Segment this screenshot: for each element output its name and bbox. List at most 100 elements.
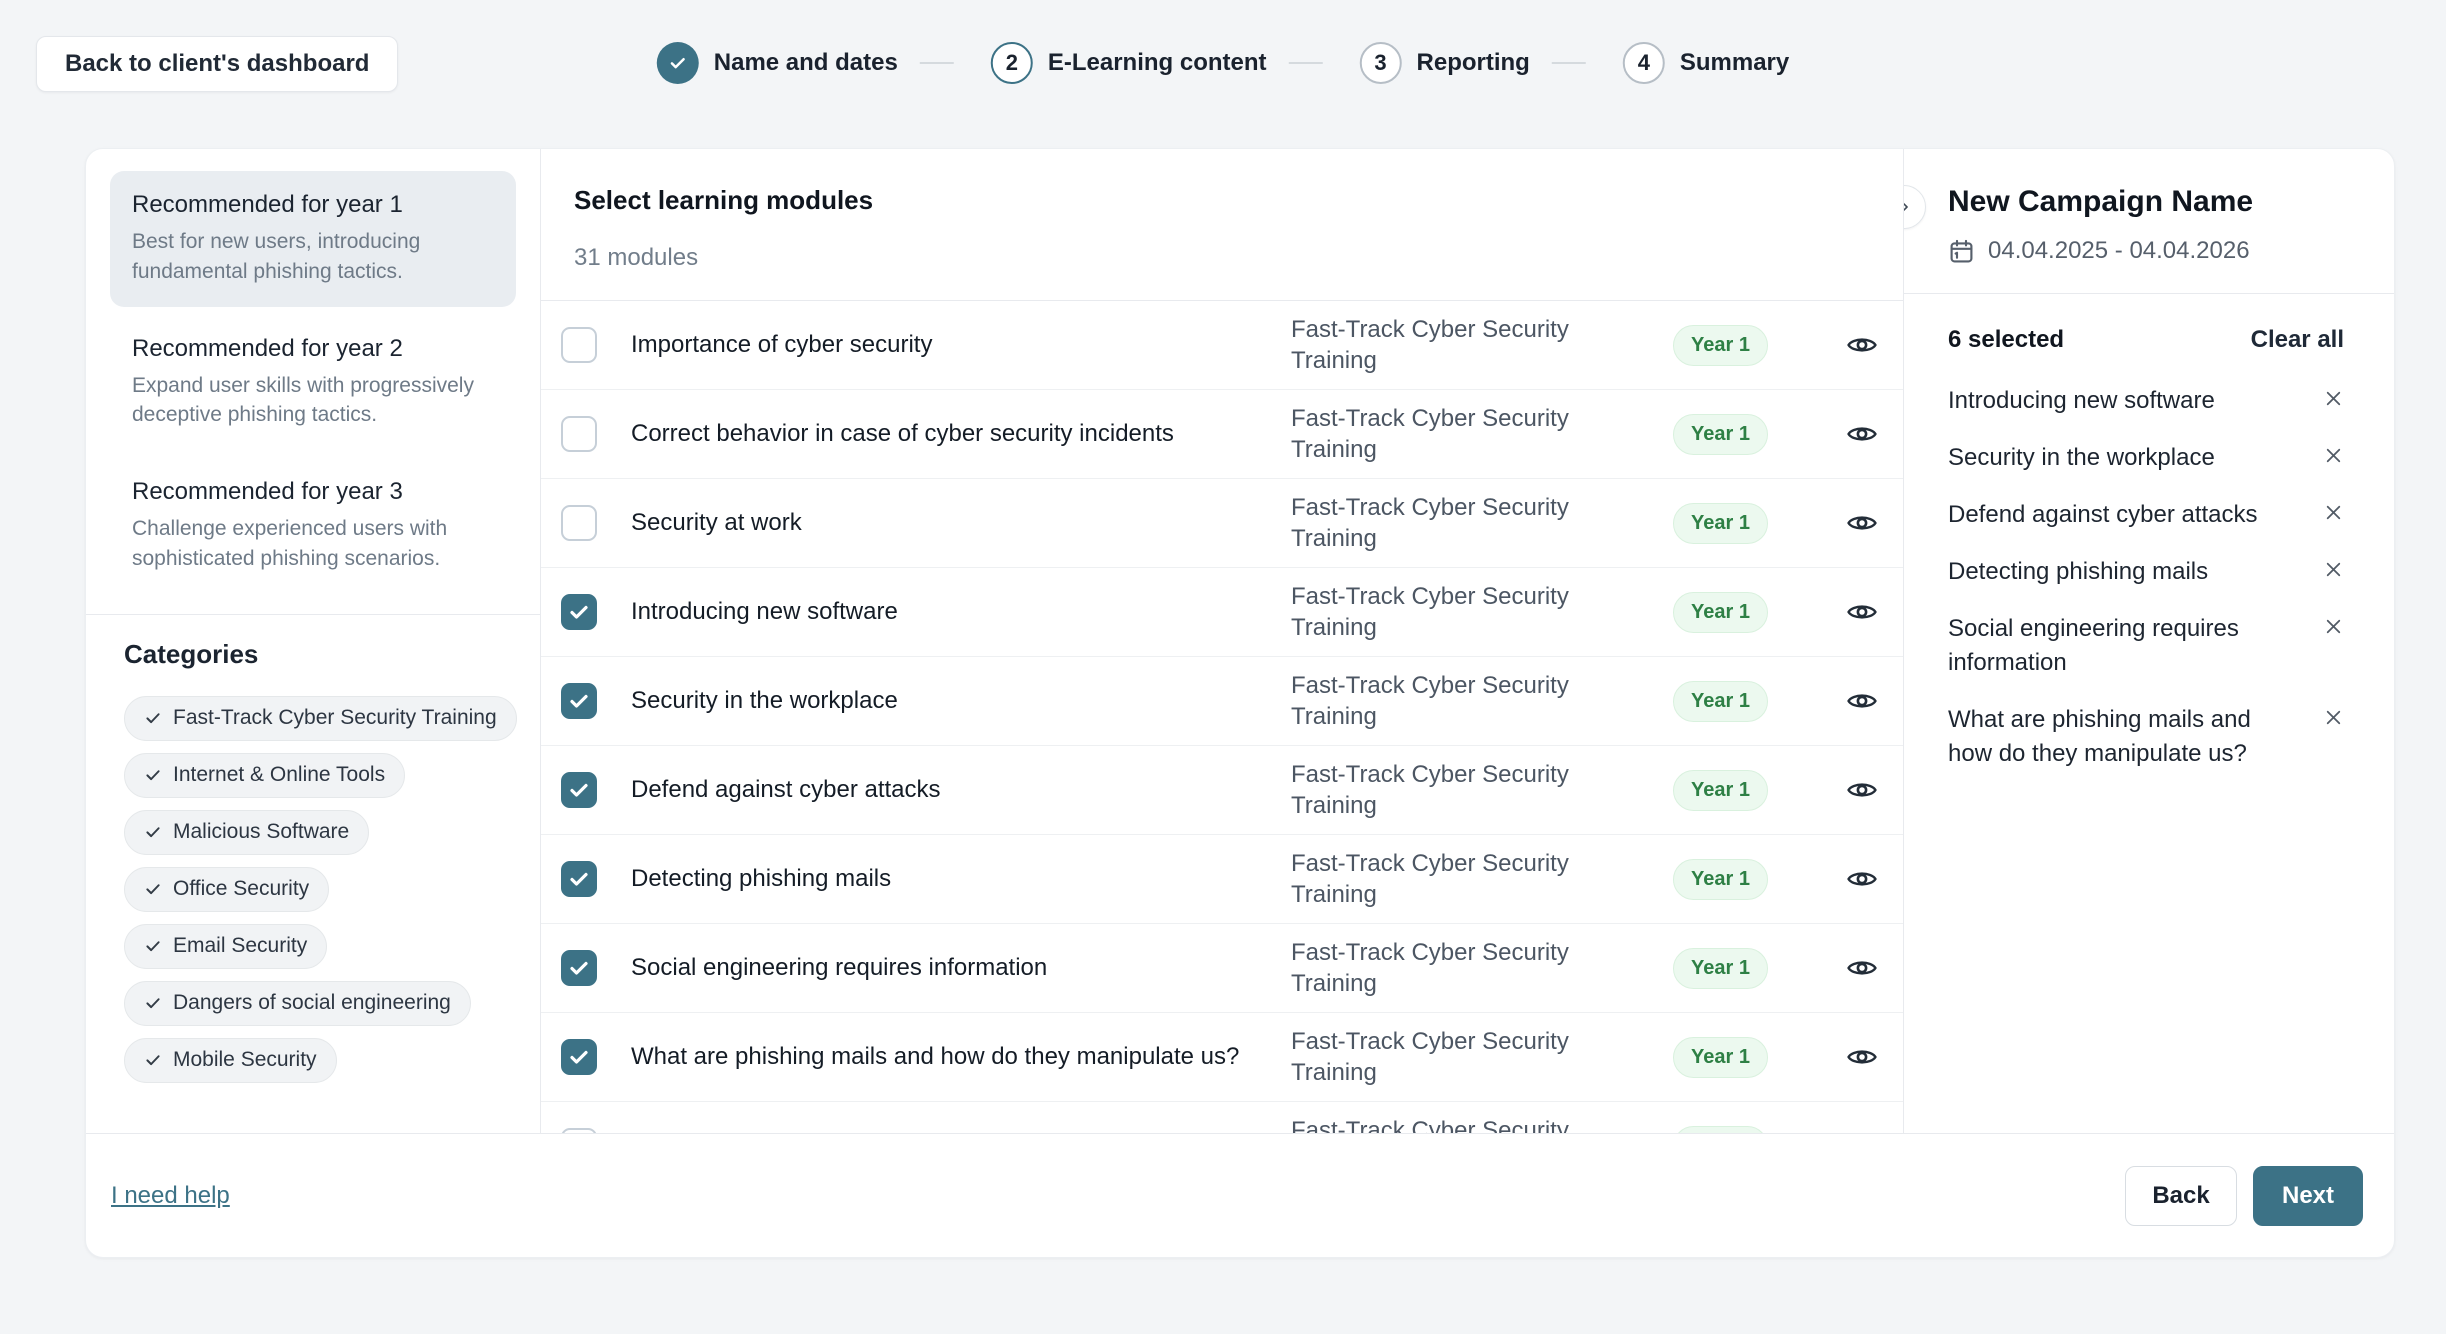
module-checkbox[interactable] [561, 861, 597, 897]
categories-title: Categories [124, 639, 516, 670]
selected-module-label: Defend against cyber attacks [1948, 498, 2258, 532]
remove-module-button[interactable] [2323, 498, 2344, 526]
category-chip[interactable]: Office Security [124, 867, 329, 912]
module-row[interactable]: Security in the workplace Fast-Track Cyb… [541, 657, 1903, 746]
module-category: Fast-Track Cyber Security Training [1291, 314, 1621, 376]
selected-module-item: Security in the workplace [1948, 441, 2344, 475]
category-chip[interactable]: Malicious Software [124, 810, 369, 855]
year-badge: Year 1 [1673, 414, 1768, 455]
campaign-summary-panel: New Campaign Name 04.04.2025 - 04.04.202… [1904, 149, 2394, 1133]
check-icon [144, 766, 162, 784]
year-badge: Year 1 [1673, 325, 1768, 366]
year-badge: Year 1 [1673, 770, 1768, 811]
module-name: Defend against cyber attacks [631, 776, 1291, 804]
module-checkbox[interactable] [561, 683, 597, 719]
module-category: Fast-Track Cyber Security Training [1291, 1026, 1621, 1088]
check-icon [668, 53, 688, 73]
module-row[interactable]: Social engineering requires information … [541, 924, 1903, 1013]
wizard-stepper: Name and dates 2 E-Learning content 3 Re… [657, 42, 1789, 84]
remove-module-button[interactable] [2323, 703, 2344, 731]
help-link[interactable]: I need help [111, 1182, 230, 1210]
check-icon [567, 600, 591, 624]
check-icon [567, 778, 591, 802]
preview-eye-icon[interactable] [1846, 685, 1878, 717]
footer-actions: Back Next [2125, 1166, 2363, 1226]
preview-eye-icon[interactable] [1846, 507, 1878, 539]
step-label: E-Learning content [1048, 49, 1267, 77]
module-row[interactable]: Defend against cyber attacks Fast-Track … [541, 746, 1903, 835]
module-row[interactable]: Fast-Track Cyber Security Training Year … [541, 1102, 1903, 1133]
recommendation-item[interactable]: Recommended for year 3 Challenge experie… [110, 458, 516, 594]
summary-header: New Campaign Name 04.04.2025 - 04.04.202… [1904, 149, 2394, 294]
wizard-step[interactable]: 4 Summary [1530, 42, 1789, 84]
wizard-step[interactable]: Name and dates [657, 42, 898, 84]
close-icon [2323, 559, 2344, 580]
year-badge: Year 1 [1673, 859, 1768, 900]
filters-sidebar: Recommended for year 1 Best for new user… [86, 149, 540, 1133]
module-name: Introducing new software [631, 598, 1291, 626]
remove-module-button[interactable] [2323, 441, 2344, 469]
module-name: Importance of cyber security [631, 331, 1291, 359]
categories-section: Categories Fast-Track Cyber Security Tra… [110, 639, 516, 1083]
back-button[interactable]: Back [2125, 1166, 2237, 1226]
step-circle: 2 [991, 42, 1033, 84]
module-row[interactable]: Detecting phishing mails Fast-Track Cybe… [541, 835, 1903, 924]
preview-eye-icon[interactable] [1846, 863, 1878, 895]
step-circle: 4 [1623, 42, 1665, 84]
wizard-step[interactable]: 2 E-Learning content [898, 42, 1267, 84]
module-checkbox[interactable] [561, 950, 597, 986]
module-row[interactable]: Importance of cyber security Fast-Track … [541, 301, 1903, 390]
category-chip[interactable]: Mobile Security [124, 1038, 337, 1083]
modules-header: Select learning modules 31 modules [541, 149, 1903, 301]
year-badge: Year 1 [1673, 503, 1768, 544]
step-label: Summary [1680, 49, 1789, 77]
module-checkbox[interactable] [561, 772, 597, 808]
step-circle [657, 42, 699, 84]
recommendation-item[interactable]: Recommended for year 2 Expand user skill… [110, 315, 516, 451]
category-chip[interactable]: Email Security [124, 924, 327, 969]
check-icon [144, 823, 162, 841]
recommendation-description: Expand user skills with progressively de… [132, 371, 494, 431]
module-checkbox[interactable] [561, 1039, 597, 1075]
next-button[interactable]: Next [2253, 1166, 2363, 1226]
remove-module-button[interactable] [2323, 612, 2344, 640]
modules-panel: Select learning modules 31 modules Impor… [540, 149, 1904, 1133]
module-row[interactable]: Security at work Fast-Track Cyber Securi… [541, 479, 1903, 568]
module-row[interactable]: Correct behavior in case of cyber securi… [541, 390, 1903, 479]
preview-eye-icon[interactable] [1846, 774, 1878, 806]
module-checkbox[interactable] [561, 416, 597, 452]
module-checkbox[interactable] [561, 327, 597, 363]
remove-module-button[interactable] [2323, 384, 2344, 412]
close-icon [2323, 388, 2344, 409]
remove-module-button[interactable] [2323, 555, 2344, 583]
preview-eye-icon[interactable] [1846, 329, 1878, 361]
preview-eye-icon[interactable] [1846, 596, 1878, 628]
recommendation-item[interactable]: Recommended for year 1 Best for new user… [110, 171, 516, 307]
module-name: Detecting phishing mails [631, 865, 1291, 893]
module-name: Correct behavior in case of cyber securi… [631, 420, 1291, 448]
calendar-icon [1948, 238, 1975, 265]
category-chip[interactable]: Dangers of social engineering [124, 981, 471, 1026]
category-chip-label: Fast-Track Cyber Security Training [173, 706, 497, 730]
check-icon [144, 994, 162, 1012]
category-chip[interactable]: Internet & Online Tools [124, 753, 405, 798]
module-row[interactable]: Introducing new software Fast-Track Cybe… [541, 568, 1903, 657]
wizard-footer: I need help Back Next [86, 1133, 2394, 1257]
wizard-step[interactable]: 3 Reporting [1267, 42, 1530, 84]
module-category: Fast-Track Cyber Security Training [1291, 1115, 1621, 1133]
module-category: Fast-Track Cyber Security Training [1291, 759, 1621, 821]
preview-eye-icon[interactable] [1846, 1041, 1878, 1073]
year-badge: Year 1 [1673, 1037, 1768, 1078]
clear-all-button[interactable]: Clear all [2251, 326, 2344, 354]
module-checkbox[interactable] [561, 505, 597, 541]
category-chip-label: Internet & Online Tools [173, 763, 385, 787]
selected-header: 6 selected Clear all [1904, 294, 2394, 354]
category-chip-list: Fast-Track Cyber Security Training Inter… [124, 696, 516, 1083]
category-chip[interactable]: Fast-Track Cyber Security Training [124, 696, 517, 741]
selected-module-item: Defend against cyber attacks [1948, 498, 2344, 532]
back-to-dashboard-button[interactable]: Back to client's dashboard [36, 36, 398, 92]
module-row[interactable]: What are phishing mails and how do they … [541, 1013, 1903, 1102]
preview-eye-icon[interactable] [1846, 952, 1878, 984]
module-checkbox[interactable] [561, 594, 597, 630]
preview-eye-icon[interactable] [1846, 418, 1878, 450]
